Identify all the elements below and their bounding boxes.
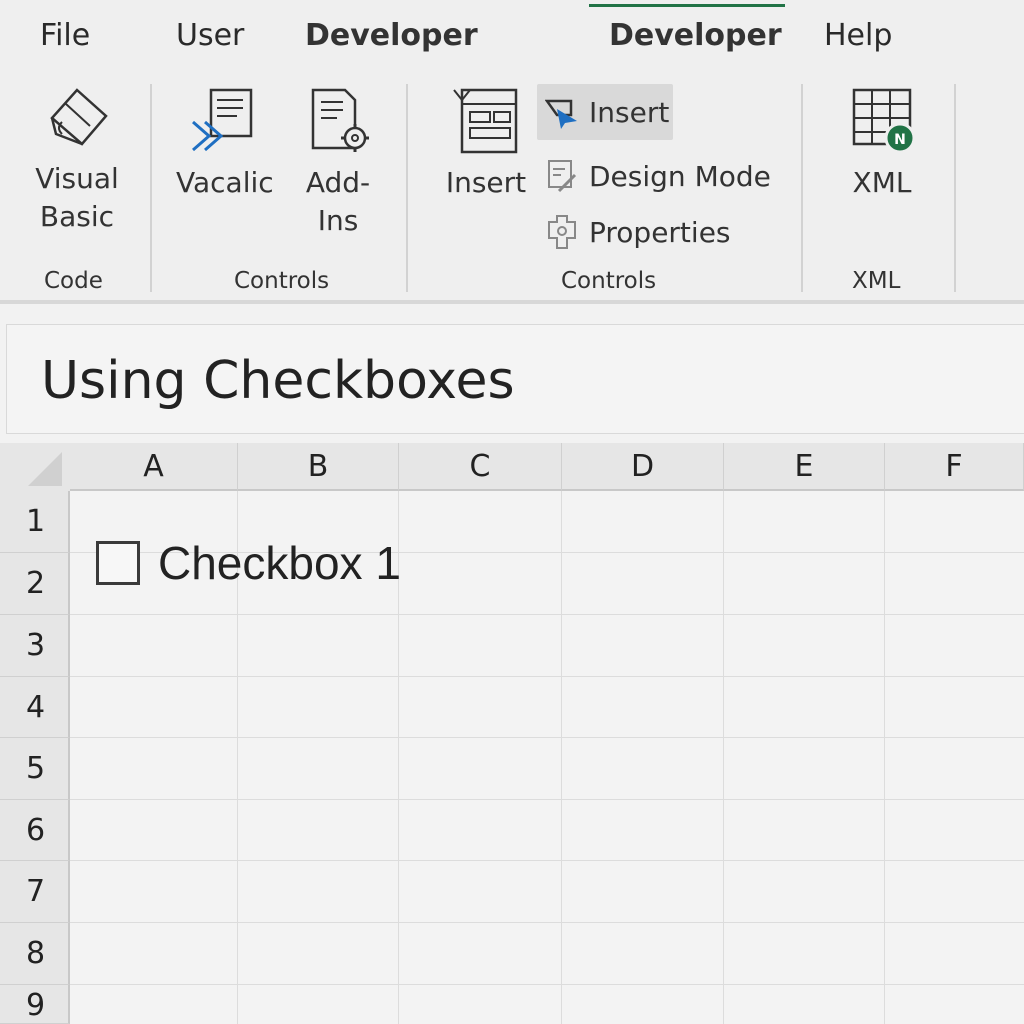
properties-button[interactable]: Properties xyxy=(545,204,731,260)
design-mode-button[interactable]: Design Mode xyxy=(545,148,771,204)
add-ins-label-line1: Add- xyxy=(305,166,371,199)
row-header-1[interactable]: 1 xyxy=(0,491,70,553)
vacalic-label: Vacalic xyxy=(176,166,274,199)
design-mode-icon xyxy=(548,160,577,193)
grid-line xyxy=(723,491,724,1024)
xml-label: XML xyxy=(852,166,912,199)
grid-line xyxy=(70,799,1024,800)
row-header-3[interactable]: 3 xyxy=(0,615,70,677)
svg-text:N: N xyxy=(894,132,906,148)
sheet-title-box: Using Checkboxes xyxy=(6,324,1024,434)
grid-line xyxy=(70,860,1024,861)
row-header-5[interactable]: 5 xyxy=(0,738,70,800)
checkbox-label: Checkbox 1 xyxy=(158,537,401,589)
ribbon-border xyxy=(0,300,1024,304)
menu-bar: File User Developer Developer Help xyxy=(0,0,1024,78)
insert-large-label: Insert xyxy=(445,166,527,199)
visual-basic-icon xyxy=(50,88,108,146)
xml-button[interactable]: N XML xyxy=(846,86,918,202)
checkbox-1[interactable]: Checkbox 1 xyxy=(96,536,401,590)
active-tab-indicator xyxy=(589,4,785,7)
column-header-a[interactable]: A xyxy=(70,443,238,491)
column-header-b[interactable]: B xyxy=(238,443,399,491)
column-header-c[interactable]: C xyxy=(399,443,562,491)
checkbox-box[interactable] xyxy=(96,541,140,585)
sheet-title: Using Checkboxes xyxy=(41,351,515,411)
group-label-controls-1: Controls xyxy=(234,268,330,294)
visual-basic-label-line2: Basic xyxy=(39,200,115,233)
add-ins-icon xyxy=(311,88,369,152)
visual-basic-button[interactable]: Visual Basic xyxy=(34,86,120,236)
group-label-controls-2: Controls xyxy=(561,268,657,294)
select-all-triangle-icon xyxy=(28,452,62,486)
design-mode-label: Design Mode xyxy=(589,159,771,193)
tab-help[interactable]: Help xyxy=(824,18,892,53)
insert-form-icon xyxy=(453,88,518,154)
tab-developer-active[interactable]: Developer xyxy=(609,18,782,53)
grid-line xyxy=(884,491,885,1024)
insert-control-icon xyxy=(545,99,577,129)
tab-file[interactable]: File xyxy=(40,18,90,53)
grid-line xyxy=(70,676,1024,677)
group-label-code: Code xyxy=(44,268,103,294)
visual-basic-label-line1: Visual xyxy=(35,162,119,195)
group-separator xyxy=(150,84,152,292)
group-label-xml: XML xyxy=(852,268,901,294)
row-header-7[interactable]: 7 xyxy=(0,861,70,923)
insert-small-label: Insert xyxy=(589,95,670,129)
column-header-d[interactable]: D xyxy=(562,443,724,491)
row-header-2[interactable]: 2 xyxy=(0,553,70,615)
grid-line xyxy=(70,922,1024,923)
vacalic-icon xyxy=(192,88,253,152)
group-separator xyxy=(954,84,956,292)
xml-source-icon: N xyxy=(852,88,916,154)
group-separator xyxy=(801,84,803,292)
row-header-8[interactable]: 8 xyxy=(0,923,70,985)
tab-developer[interactable]: Developer xyxy=(305,18,478,53)
insert-small-button[interactable]: Insert xyxy=(537,84,673,140)
vacalic-button[interactable]: Vacalic xyxy=(176,86,274,202)
column-header-f[interactable]: F xyxy=(885,443,1024,491)
properties-label: Properties xyxy=(589,215,731,249)
grid-line xyxy=(561,491,562,1024)
grid-line xyxy=(70,984,1024,985)
properties-icon xyxy=(548,215,576,249)
add-ins-button[interactable]: Add- Ins xyxy=(300,86,376,240)
row-header-6[interactable]: 6 xyxy=(0,800,70,861)
add-ins-label-line2: Ins xyxy=(317,204,359,237)
tab-user[interactable]: User xyxy=(176,18,244,53)
group-separator xyxy=(406,84,408,292)
column-header-e[interactable]: E xyxy=(724,443,885,491)
grid-line xyxy=(70,614,1024,615)
row-header-9[interactable]: 9 xyxy=(0,985,70,1024)
row-header-4[interactable]: 4 xyxy=(0,677,70,738)
grid-line xyxy=(70,737,1024,738)
insert-large-button[interactable]: Insert xyxy=(444,86,528,202)
